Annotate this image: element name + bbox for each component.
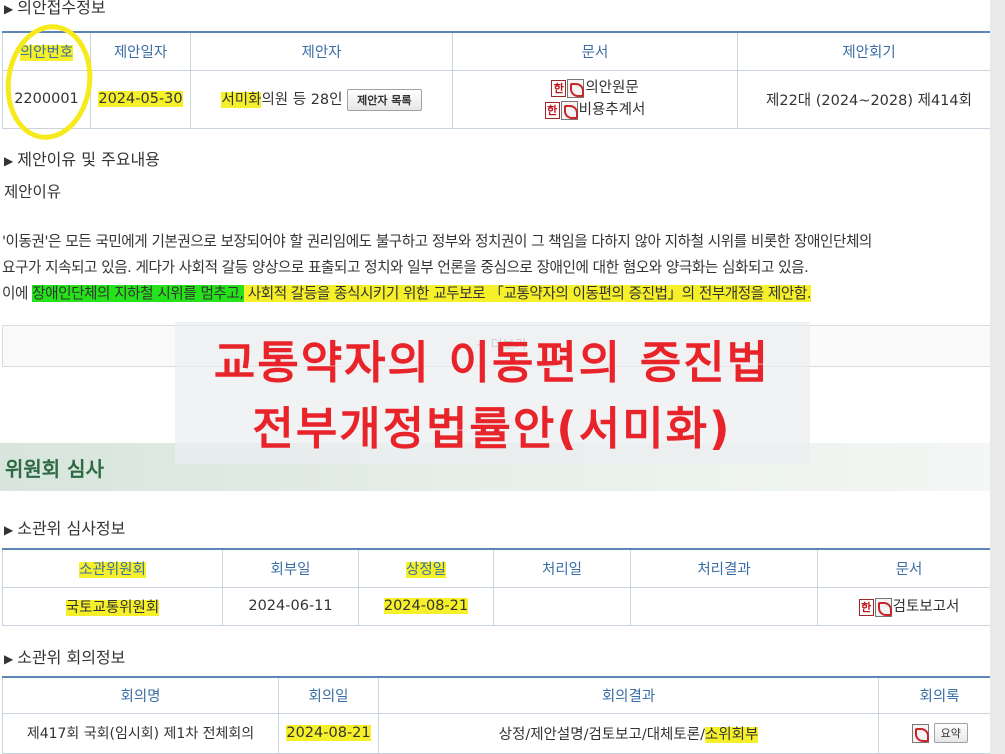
- review-section-title: ▶ 소관위 심사정보: [4, 519, 126, 538]
- hwp-file-icon[interactable]: 한: [858, 598, 874, 616]
- pdf-file-icon[interactable]: [912, 723, 930, 743]
- header-session: 제안회기: [737, 31, 1001, 71]
- doc-original[interactable]: 한 의안원문: [454, 77, 737, 99]
- receipt-table: 의안번호 제안일자 제안자 문서 제안회기 2200001 2024-05-30…: [2, 31, 1001, 129]
- reason-line-3: 이에 장애인단체의 지하철 시위를 멈추고, 사회적 갈등을 종식시키기 위한 …: [2, 285, 812, 302]
- reason-body: '이동권'은 모든 국민에게 기본권으로 보장되어야 할 권리임에도 불구하고 …: [2, 229, 997, 307]
- presented-date: 2024-08-21: [358, 586, 494, 626]
- header-processed: 처리일: [493, 548, 631, 588]
- triangle-right-icon: ▶: [4, 2, 14, 16]
- meeting-date: 2024-08-21: [278, 712, 379, 754]
- proposer-list-button[interactable]: 제안자 목록: [347, 88, 422, 111]
- triangle-right-icon: ▶: [4, 652, 14, 666]
- proposer-name: 서미화: [221, 91, 262, 108]
- header-docs: 문서: [452, 31, 738, 71]
- overlay-title-line-2: 전부개정법률안(서미화): [252, 402, 732, 455]
- processed-result: [630, 586, 818, 626]
- proposer-cell: 서미화의원 등 28인 제안자 목록: [190, 69, 453, 129]
- referral-date: 2024-06-11: [222, 586, 359, 626]
- proposal-session: 제22대 (2024~2028) 제414회: [737, 69, 1001, 129]
- receipt-section-title: ▶ 의안접수정보: [4, 0, 106, 17]
- minutes-cell: 요약: [878, 712, 1001, 754]
- reason-section-title: ▶ 제안이유 및 주요내용: [4, 150, 160, 169]
- summary-button[interactable]: 요약: [933, 723, 968, 743]
- header-docs: 문서: [817, 548, 1001, 588]
- hwp-file-icon[interactable]: 한: [544, 101, 560, 119]
- right-scroll-frame: [990, 0, 1005, 754]
- proposal-date: 2024-05-30: [90, 69, 191, 129]
- yellow-highlight: 사회적 갈등을 종식시키기 위한 교두보로 「교통약자의 이동편의 증진법」의 …: [243, 285, 812, 302]
- processed-date: [493, 586, 631, 626]
- pdf-file-icon[interactable]: [567, 78, 585, 98]
- pdf-file-icon[interactable]: [560, 100, 578, 120]
- header-meeting-name: 회의명: [2, 676, 279, 714]
- meeting-table: 회의명 회의일 회의결과 회의록 제417회 국회(임시회) 제1차 전체회의 …: [2, 676, 1001, 754]
- meeting-name: 제417회 국회(임시회) 제1차 전체회의: [2, 712, 279, 754]
- meeting-section-title: ▶ 소관위 회의정보: [4, 648, 126, 667]
- committee-title: 위원회 심사: [5, 457, 104, 481]
- header-referral: 회부일: [222, 548, 359, 588]
- reason-subtitle: 제안이유: [4, 183, 62, 201]
- header-minutes: 회의록: [878, 676, 1001, 714]
- docs-cell: 한 의안원문 한 비용추계서: [452, 69, 738, 129]
- green-highlight: 장애인단체의 지하철 시위를 멈추고,: [32, 285, 244, 302]
- review-table: 소관위원회 회부일 상정일 처리일 처리결과 문서 국토교통위원회 2024-0…: [2, 548, 1001, 626]
- overlay-title-line-1: 교통약자의 이동편의 증진법: [213, 336, 771, 389]
- header-result: 처리결과: [630, 548, 818, 588]
- header-meeting-result: 회의결과: [378, 676, 879, 714]
- pdf-file-icon[interactable]: [874, 597, 892, 617]
- review-report-doc[interactable]: 한 검토보고서: [817, 586, 1001, 626]
- header-date: 제안일자: [90, 31, 191, 71]
- header-proposer: 제안자: [190, 31, 453, 71]
- header-presented: 상정일: [358, 548, 494, 588]
- header-committee: 소관위원회: [2, 548, 223, 588]
- reason-line-2: 요구가 지속되고 있음. 게다가 사회적 갈등 양상으로 표출되고 정치와 일부…: [2, 259, 809, 276]
- hwp-file-icon[interactable]: 한: [551, 79, 567, 97]
- committee-name: 국토교통위원회: [2, 586, 223, 626]
- proposer-suffix: 의원 등 28인: [261, 91, 343, 108]
- doc-cost-estimate[interactable]: 한 비용추계서: [454, 99, 737, 121]
- meeting-result: 상정/제안설명/검토보고/대체토론/소위회부: [378, 712, 879, 754]
- triangle-right-icon: ▶: [4, 154, 14, 168]
- reason-line-1: '이동권'은 모든 국민에게 기본권으로 보장되어야 할 권리임에도 불구하고 …: [2, 233, 872, 250]
- header-meeting-date: 회의일: [278, 676, 379, 714]
- triangle-right-icon: ▶: [4, 523, 14, 537]
